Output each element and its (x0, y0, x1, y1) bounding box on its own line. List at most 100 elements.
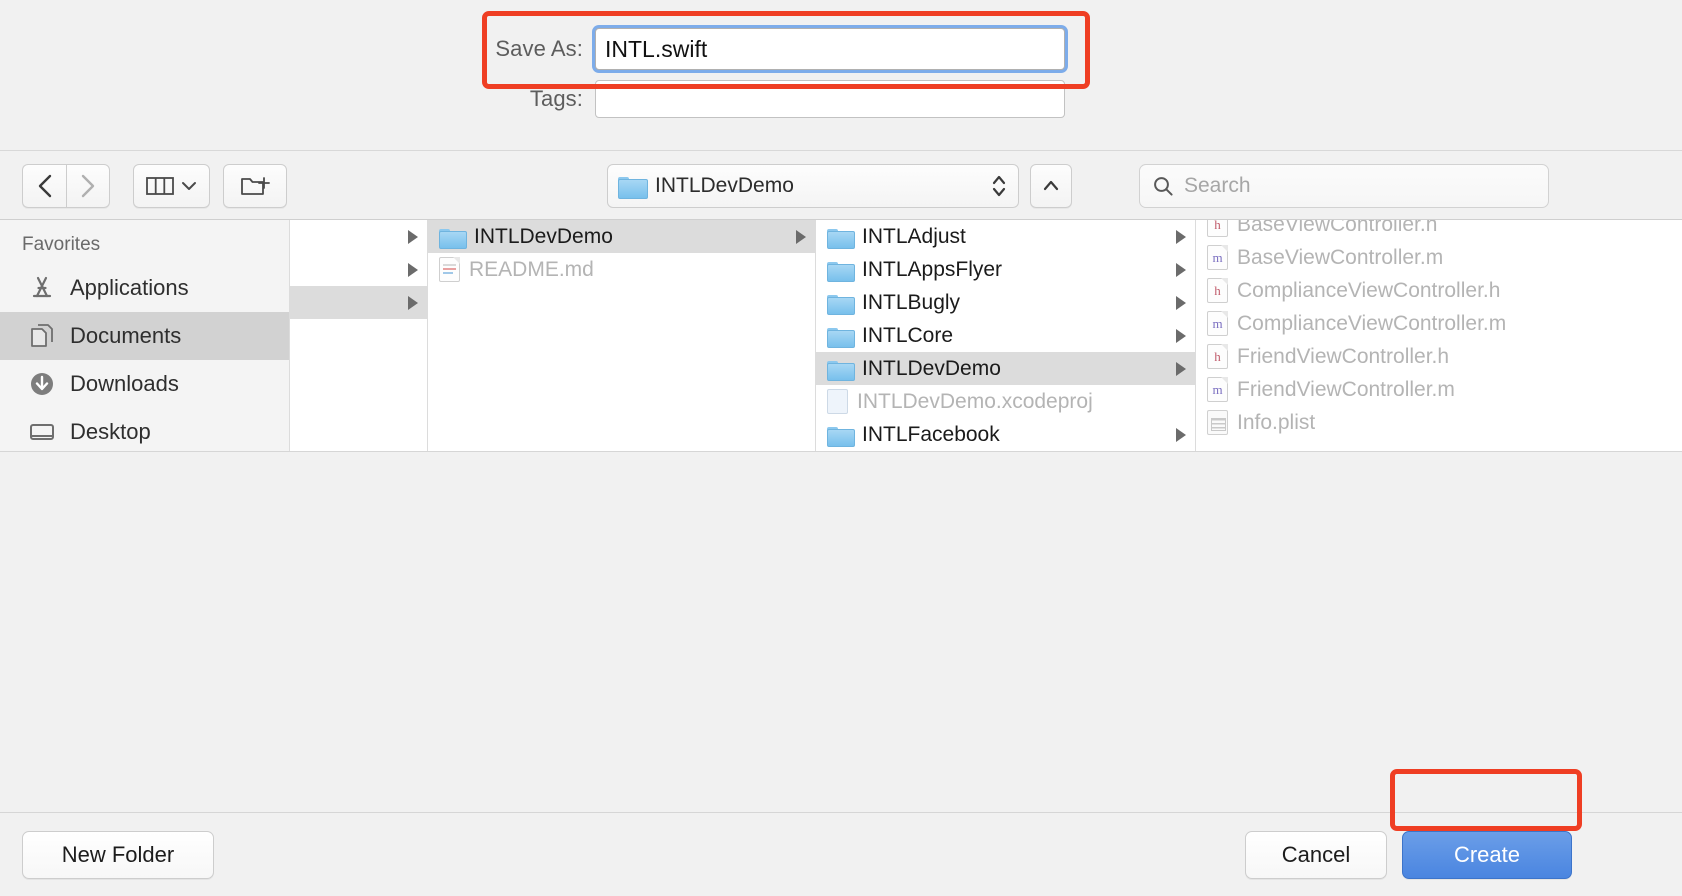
list-item-label: INTLCore (862, 323, 954, 347)
list-item-label: ComplianceViewController.m (1237, 311, 1507, 335)
sidebar-header-favorites: Favorites (22, 234, 101, 255)
list-item[interactable]: INTLDevDemo (816, 352, 1195, 385)
tags-label: Tags: (529, 86, 583, 111)
toolbar: INTLDevDemo Search (0, 150, 1682, 220)
list-item-label: INTLDevDemo.xcodeproj (857, 389, 1093, 413)
list-item-label: INTLFacebook (862, 422, 1000, 446)
disclosure-triangle-icon (1176, 229, 1186, 244)
disclosure-triangle-icon (408, 229, 418, 244)
new-folder-icon (241, 177, 270, 195)
disclosure-triangle-icon (796, 229, 806, 244)
bottom-bar: New Folder Cancel Create (0, 812, 1682, 896)
list-item-label: INTLDevDemo (474, 224, 613, 248)
search-placeholder: Search (1184, 174, 1251, 197)
m-file-icon: m (1207, 311, 1228, 336)
list-item-label: FriendViewController.h (1237, 344, 1450, 368)
plist-icon (1207, 410, 1228, 435)
sidebar-item-documents[interactable]: Documents (0, 312, 289, 360)
save-dialog: Save As: Tags: (0, 0, 1682, 896)
column-view-icon (146, 177, 174, 195)
disclosure-triangle-icon (1176, 262, 1186, 277)
new-folder-button[interactable]: New Folder (22, 831, 214, 879)
list-item[interactable]: INTLBugly (816, 286, 1195, 319)
disclosure-triangle-icon (1176, 361, 1186, 376)
folder-icon (618, 175, 648, 199)
desktop-icon (30, 424, 54, 440)
tags-row: Tags: (435, 80, 1065, 118)
name-fields-area: Save As: Tags: (0, 0, 1682, 150)
empty-area (0, 452, 1682, 812)
list-item-label: Info.plist (1237, 410, 1316, 434)
chevron-left-icon (38, 174, 51, 198)
list-item[interactable]: m FriendViewController.m (1196, 373, 1682, 406)
m-file-icon: m (1207, 377, 1228, 402)
sidebar-item-label: Documents (70, 323, 182, 348)
path-popup-label: INTLDevDemo (655, 174, 794, 197)
search-field[interactable]: Search (1139, 164, 1549, 208)
list-item[interactable]: h BaseViewController.h (1196, 220, 1682, 241)
disclosure-triangle-icon (408, 262, 418, 277)
list-item[interactable] (290, 253, 427, 286)
list-item[interactable]: m ComplianceViewController.m (1196, 307, 1682, 340)
sidebar-item-label: Applications (70, 275, 189, 300)
list-item[interactable] (290, 220, 427, 253)
sidebar: Favorites Applications Documents Downloa… (0, 220, 290, 451)
list-item[interactable]: README.md (428, 253, 815, 286)
list-item[interactable]: INTLCore (816, 319, 1195, 352)
folder-icon (827, 227, 855, 249)
list-item[interactable]: m BaseViewController.m (1196, 241, 1682, 274)
chevron-up-icon (1043, 180, 1059, 191)
list-item[interactable]: h ComplianceViewController.h (1196, 274, 1682, 307)
folder-icon (827, 293, 855, 315)
list-item-label: BaseViewController.h (1237, 220, 1438, 236)
list-item[interactable]: INTLAdjust (816, 220, 1195, 253)
xcodeproj-icon (827, 389, 848, 414)
search-icon (1154, 177, 1173, 196)
view-mode-button[interactable] (133, 164, 210, 208)
list-item[interactable]: h FriendViewController.h (1196, 340, 1682, 373)
list-item-label: README.md (469, 257, 594, 281)
list-item-label: ComplianceViewController.h (1237, 278, 1501, 302)
new-folder-toolbar-button[interactable] (223, 164, 287, 208)
m-file-icon: m (1207, 245, 1228, 270)
chevron-down-icon (182, 182, 196, 190)
file-browser: Favorites Applications Documents Downloa… (0, 220, 1682, 452)
sidebar-item-label: Downloads (70, 371, 179, 396)
h-file-icon: h (1207, 278, 1228, 303)
go-up-button[interactable] (1030, 164, 1072, 208)
path-popup-button[interactable]: INTLDevDemo (607, 164, 1019, 208)
list-item[interactable]: Info.plist (1196, 406, 1682, 439)
list-item[interactable] (290, 286, 427, 319)
disclosure-triangle-icon (1176, 328, 1186, 343)
save-as-row: Save As: (435, 28, 1065, 70)
browser-column-3[interactable]: INTLAdjust INTLAppsFlyer INTLBugly INTLC… (816, 220, 1196, 451)
sidebar-item-label: Desktop (70, 419, 151, 444)
folder-icon (827, 260, 855, 282)
documents-icon (31, 324, 53, 347)
disclosure-triangle-icon (1176, 427, 1186, 442)
save-as-label: Save As: (495, 36, 583, 61)
back-button[interactable] (22, 164, 66, 208)
chevron-right-icon (81, 174, 95, 198)
sidebar-item-desktop[interactable]: Desktop (0, 408, 289, 451)
list-item-label: INTLBugly (862, 290, 961, 314)
list-item[interactable]: INTLDevDemo.xcodeproj (816, 385, 1195, 418)
save-as-input[interactable] (595, 28, 1065, 70)
sidebar-item-downloads[interactable]: Downloads (0, 360, 289, 408)
cancel-button[interactable]: Cancel (1245, 831, 1387, 879)
sidebar-item-applications[interactable]: Applications (0, 264, 289, 312)
browser-column-4[interactable]: h BaseViewController.h m BaseViewControl… (1196, 220, 1682, 451)
h-file-icon: h (1207, 220, 1228, 237)
folder-icon (827, 326, 855, 348)
list-item[interactable]: INTLFacebook (816, 418, 1195, 451)
forward-button[interactable] (66, 164, 110, 208)
browser-column-1[interactable] (290, 220, 428, 451)
create-button[interactable]: Create (1402, 831, 1572, 879)
folder-icon (827, 425, 855, 447)
list-item[interactable]: INTLAppsFlyer (816, 253, 1195, 286)
up-down-stepper-icon (992, 175, 1006, 197)
list-item[interactable]: INTLDevDemo (428, 220, 815, 253)
browser-column-2[interactable]: INTLDevDemo README.md (428, 220, 816, 451)
tags-input[interactable] (595, 80, 1065, 118)
list-item-label: INTLAppsFlyer (862, 257, 1003, 281)
